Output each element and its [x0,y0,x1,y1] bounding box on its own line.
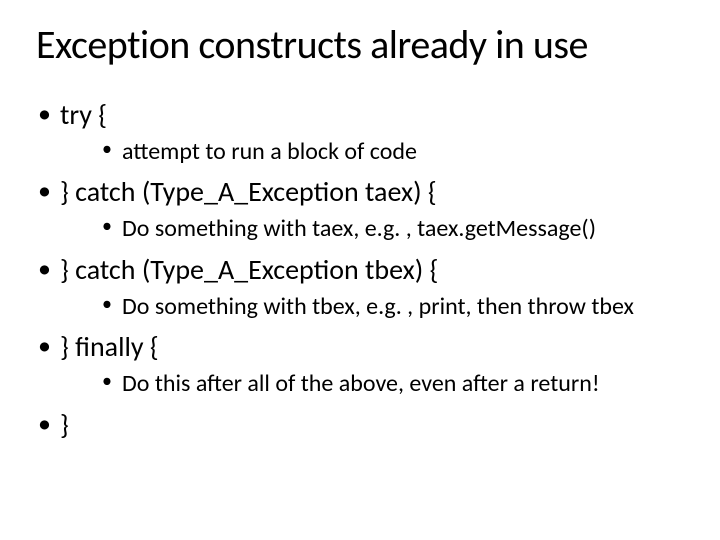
sub-list: Do something with taex, e.g. , taex.getM… [60,213,690,245]
bullet-list: try { attempt to run a block of code } c… [30,97,690,442]
bullet-catch-taex: } catch (Type_A_Exception taex) { Do som… [30,174,690,245]
bullet-finally: } finally { Do this after all of the abo… [30,329,690,400]
sub-list: Do this after all of the above, even aft… [60,368,690,400]
sub-bullet: Do something with taex, e.g. , taex.getM… [60,213,690,245]
bullet-text: } catch (Type_A_Exception taex) { [60,174,437,209]
bullet-try: try { attempt to run a block of code [30,97,690,168]
slide: Exception constructs already in use try … [0,0,720,540]
sub-list: Do something with tbex, e.g. , print, th… [60,291,690,323]
bullet-text: } [60,407,69,442]
sub-list: attempt to run a block of code [60,136,690,168]
slide-title: Exception constructs already in use [30,20,690,69]
sub-bullet: Do this after all of the above, even aft… [60,368,690,400]
bullet-text: } finally { [60,329,159,364]
bullet-text: } catch (Type_A_Exception tbex) { [60,252,438,287]
bullet-text: try { [60,97,107,132]
sub-bullet: Do something with tbex, e.g. , print, th… [60,291,690,323]
sub-bullet: attempt to run a block of code [60,136,690,168]
bullet-catch-tbex: } catch (Type_A_Exception tbex) { Do som… [30,252,690,323]
bullet-close-brace: } [30,407,690,442]
